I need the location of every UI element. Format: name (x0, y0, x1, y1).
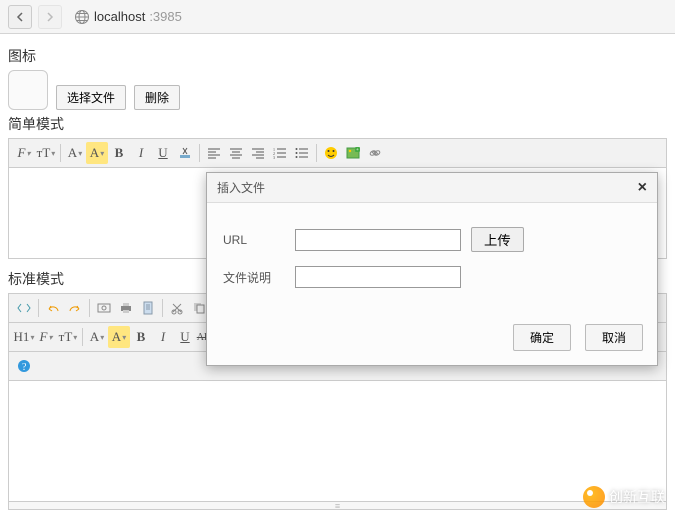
desc-label: 文件说明 (223, 269, 295, 286)
watermark-logo-icon (583, 486, 605, 508)
separator (199, 144, 200, 162)
upload-button[interactable]: 上传 (471, 227, 524, 252)
print-button[interactable] (115, 297, 137, 319)
delete-button[interactable]: 删除 (134, 85, 180, 110)
svg-text:?: ? (22, 362, 27, 373)
preview-button[interactable] (93, 297, 115, 319)
watermark-text: 创新互联 (609, 487, 665, 507)
separator (316, 144, 317, 162)
font-size-button[interactable]: тT (35, 142, 57, 164)
close-icon[interactable]: × (638, 179, 647, 197)
url-port: :3985 (149, 9, 182, 24)
font-family-button[interactable]: F (35, 326, 57, 348)
separator (89, 299, 90, 317)
italic-button[interactable]: I (130, 142, 152, 164)
url-label: URL (223, 233, 295, 247)
choose-file-button[interactable]: 选择文件 (56, 85, 126, 110)
source-button[interactable] (13, 297, 35, 319)
highlight-button[interactable]: A (108, 326, 130, 348)
separator (60, 144, 61, 162)
align-center-button[interactable] (225, 142, 247, 164)
url-host: localhost (94, 9, 145, 24)
forward-button[interactable] (38, 5, 62, 29)
align-right-button[interactable] (247, 142, 269, 164)
text-color-button[interactable]: A (64, 142, 86, 164)
separator (162, 299, 163, 317)
about-button[interactable]: ? (13, 355, 35, 377)
redo-button[interactable] (64, 297, 86, 319)
back-button[interactable] (8, 5, 32, 29)
url-field[interactable]: localhost :3985 (68, 6, 188, 28)
text-color-button[interactable]: A (86, 326, 108, 348)
svg-text:3: 3 (273, 155, 275, 159)
underline-button[interactable]: U (174, 326, 196, 348)
italic-button[interactable]: I (152, 326, 174, 348)
heading-button[interactable]: H1 (13, 326, 35, 348)
browser-address-bar: localhost :3985 (0, 0, 675, 34)
icon-preview (8, 70, 48, 110)
svg-text:+: + (356, 148, 359, 153)
icon-section-title: 图标 (8, 46, 667, 66)
dialog-title: 插入文件 (217, 179, 265, 196)
font-family-button[interactable]: F (13, 142, 35, 164)
insert-file-dialog: 插入文件 × URL 上传 文件说明 确定 取消 (206, 172, 658, 366)
globe-icon (74, 9, 90, 25)
cut-button[interactable] (166, 297, 188, 319)
undo-button[interactable] (42, 297, 64, 319)
font-size-button[interactable]: тT (57, 326, 79, 348)
template-button[interactable] (137, 297, 159, 319)
link-button[interactable] (364, 142, 386, 164)
ordered-list-button[interactable]: 123 (269, 142, 291, 164)
standard-editor-body[interactable] (9, 381, 666, 501)
highlight-button[interactable]: A (86, 142, 108, 164)
remove-format-button[interactable] (174, 142, 196, 164)
watermark: 创新互联 (583, 486, 665, 508)
bold-button[interactable]: B (108, 142, 130, 164)
resize-handle[interactable]: ≡ (8, 502, 667, 510)
emoji-button[interactable] (320, 142, 342, 164)
arrow-right-icon (45, 12, 55, 22)
simple-mode-title: 简单模式 (8, 114, 667, 134)
unordered-list-button[interactable] (291, 142, 313, 164)
underline-button[interactable]: U (152, 142, 174, 164)
desc-input[interactable] (295, 266, 461, 288)
image-button[interactable]: + (342, 142, 364, 164)
separator (82, 328, 83, 346)
arrow-left-icon (15, 12, 25, 22)
url-input[interactable] (295, 229, 461, 251)
bold-button[interactable]: B (130, 326, 152, 348)
ok-button[interactable]: 确定 (513, 324, 571, 351)
simple-toolbar: F тT A A B I U 123 + (9, 139, 666, 168)
align-left-button[interactable] (203, 142, 225, 164)
cancel-button[interactable]: 取消 (585, 324, 643, 351)
separator (38, 299, 39, 317)
